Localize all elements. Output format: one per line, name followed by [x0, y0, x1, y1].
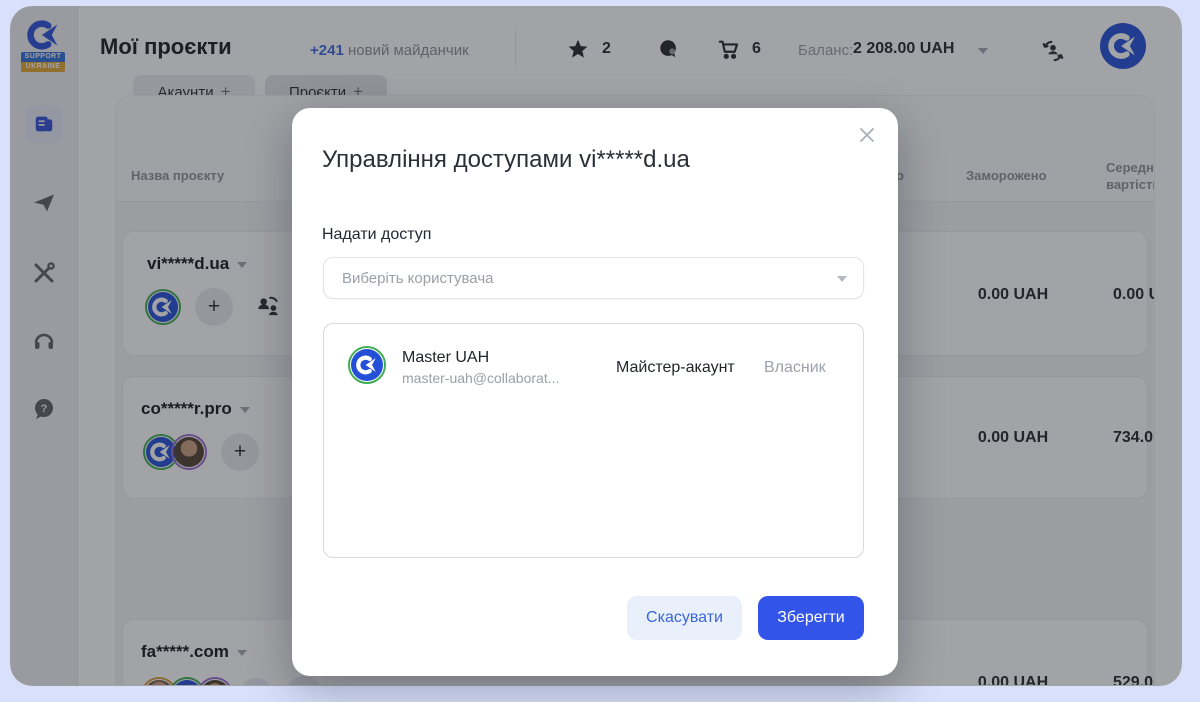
avatar-logo-icon [356, 354, 378, 376]
user-name: Master UAH [402, 349, 489, 367]
select-caret-icon[interactable] [837, 276, 847, 282]
user-role-label: Власник [764, 359, 826, 377]
cancel-button[interactable]: Скасувати [627, 596, 742, 640]
account-type-label: Майстер-акаунт [616, 359, 735, 377]
modal-title: Управління доступами vi*****d.ua [322, 146, 690, 174]
close-icon[interactable] [852, 120, 882, 150]
access-management-modal: Управління доступами vi*****d.ua Надати … [292, 108, 898, 676]
save-button[interactable]: Зберегти [758, 596, 864, 640]
grant-access-label: Надати доступ [322, 226, 431, 244]
access-user-list: Master UAH master-uah@collaborat... Майс… [323, 323, 864, 558]
user-select[interactable]: Виберіть користувача [323, 257, 864, 299]
user-select-placeholder: Виберіть користувача [342, 270, 493, 287]
user-list-avatar [348, 346, 386, 384]
user-email: master-uah@collaborat... [402, 370, 559, 386]
